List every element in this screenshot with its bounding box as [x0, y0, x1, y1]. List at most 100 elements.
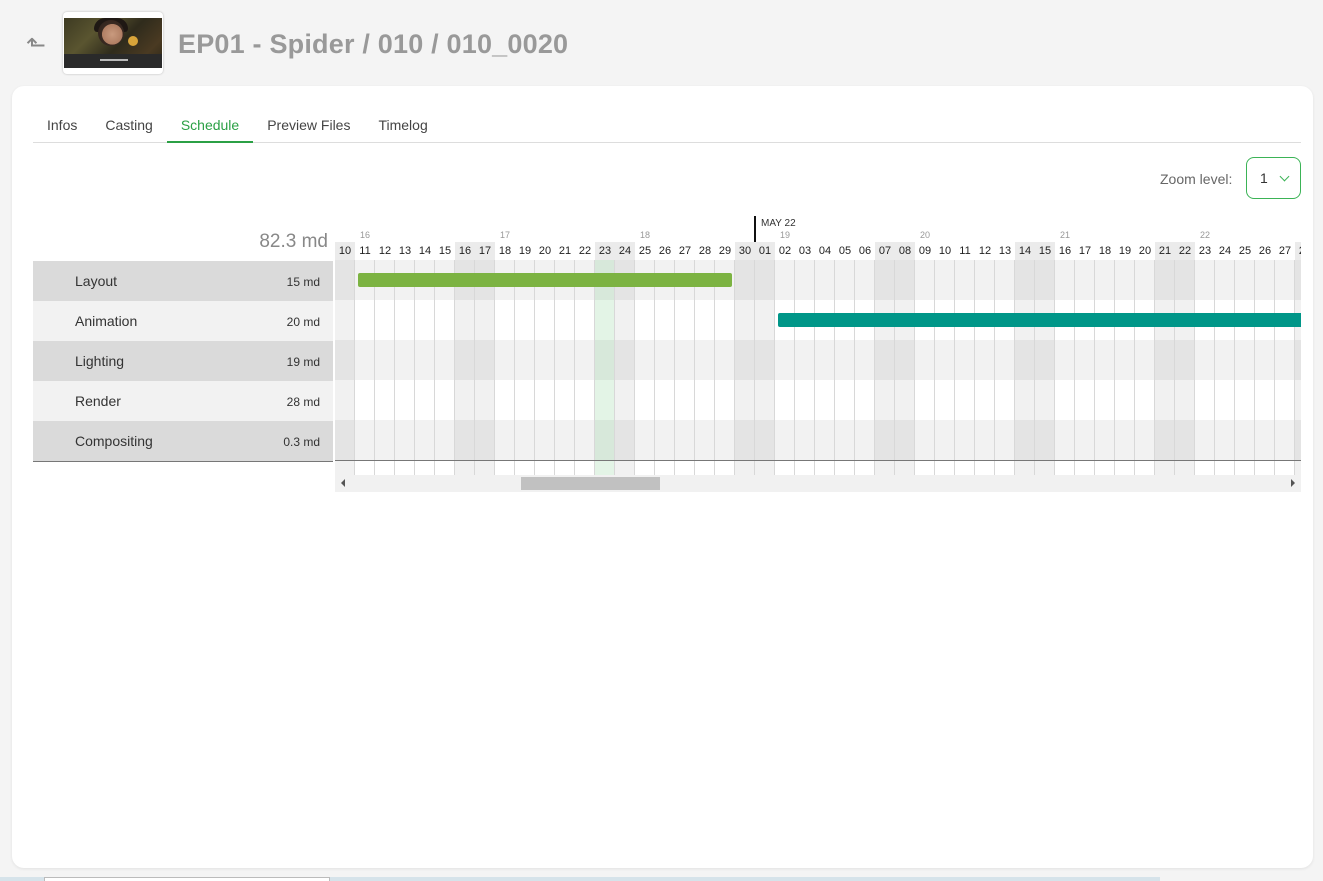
- tab-timelog[interactable]: Timelog: [364, 106, 441, 143]
- day-column: [1055, 260, 1075, 475]
- tab-schedule[interactable]: Schedule: [166, 106, 254, 143]
- shot-thumbnail[interactable]: [63, 12, 163, 74]
- day-header: 19: [1118, 245, 1132, 257]
- day-header: 20: [1138, 245, 1152, 257]
- day-column: [1155, 260, 1175, 475]
- day-header: 25: [1238, 245, 1252, 257]
- day-header: 12: [978, 245, 992, 257]
- task-duration: 28 md: [286, 395, 320, 409]
- day-header: 14: [1015, 242, 1035, 260]
- day-column: [455, 260, 475, 475]
- day-column: [415, 260, 435, 475]
- day-header: 27: [1278, 245, 1292, 257]
- day-header: 30: [735, 242, 755, 260]
- day-header: 10: [938, 245, 952, 257]
- day-header: 17: [475, 242, 495, 260]
- day-header: 10: [335, 242, 355, 260]
- day-header: 21: [558, 245, 572, 257]
- day-column: [1115, 260, 1135, 475]
- timeline-baseline: [335, 460, 1301, 461]
- zoom-level-value: 1: [1260, 170, 1268, 186]
- tab-bar: Infos Casting Schedule Preview Files Tim…: [33, 106, 1301, 143]
- day-column: [675, 260, 695, 475]
- zoom-level-label: Zoom level:: [1160, 171, 1233, 187]
- week-number-label: 18: [640, 230, 651, 240]
- day-column: [595, 260, 615, 475]
- task-row-layout[interactable]: Layout 15 md: [33, 261, 333, 301]
- day-header: 23: [595, 242, 615, 260]
- day-column: [995, 260, 1015, 475]
- task-bar-layout[interactable]: [358, 273, 732, 287]
- task-row-lighting[interactable]: Lighting 19 md: [33, 341, 333, 381]
- day-header: 01: [755, 242, 775, 260]
- day-column: [495, 260, 515, 475]
- zoom-level-select[interactable]: 1: [1246, 157, 1301, 199]
- day-header: 08: [895, 242, 915, 260]
- day-column: [915, 260, 935, 475]
- total-estimate: 82.3 md: [259, 231, 328, 252]
- day-header: 16: [455, 242, 475, 260]
- day-header: 28: [698, 245, 712, 257]
- page-title: EP01 - Spider / 010 / 010_0020: [178, 29, 569, 59]
- task-name: Compositing: [75, 433, 153, 449]
- week-number-label: 21: [1060, 230, 1071, 240]
- day-header: 05: [838, 245, 852, 257]
- day-header: 16: [1058, 245, 1072, 257]
- day-column: [1015, 260, 1035, 475]
- day-column: [1075, 260, 1095, 475]
- scroll-right-arrow-icon[interactable]: [1291, 479, 1295, 487]
- day-column: [1035, 260, 1055, 475]
- day-column: [955, 260, 975, 475]
- task-row-animation[interactable]: Animation 20 md: [33, 301, 333, 341]
- day-header: 24: [615, 242, 635, 260]
- day-column: [435, 260, 455, 475]
- day-column: [395, 260, 415, 475]
- day-header: 26: [1258, 245, 1272, 257]
- day-header: 29: [718, 245, 732, 257]
- task-row-render[interactable]: Render 28 md: [33, 381, 333, 421]
- timeline-grid: [335, 260, 1301, 475]
- day-column: [935, 260, 955, 475]
- day-column: [975, 260, 995, 475]
- task-row-compositing[interactable]: Compositing 0.3 md: [33, 421, 333, 461]
- day-header: 18: [1098, 245, 1112, 257]
- thumbnail-image: [64, 18, 162, 68]
- task-duration: 19 md: [286, 355, 320, 369]
- day-header: 17: [1078, 245, 1092, 257]
- back-arrow-icon[interactable]: ⬑: [24, 32, 48, 60]
- day-column: [1255, 260, 1275, 475]
- day-header: 28: [1295, 242, 1301, 260]
- day-header: 14: [418, 245, 432, 257]
- schedule-timeline: MAY 22 10 11 12 13 14 15 16 17 18 19 20 21 22 23 24 25 2…: [335, 216, 1301, 493]
- day-column: [895, 260, 915, 475]
- day-column: [355, 260, 375, 475]
- day-column: [615, 260, 635, 475]
- day-header: 22: [578, 245, 592, 257]
- tab-infos[interactable]: Infos: [33, 106, 91, 143]
- scrollbar-thumb[interactable]: [521, 477, 660, 490]
- task-duration: 15 md: [286, 275, 320, 289]
- bottom-panel-tab[interactable]: [44, 877, 330, 881]
- day-column: [335, 260, 355, 475]
- day-header: 21: [1155, 242, 1175, 260]
- task-bar-animation[interactable]: [778, 313, 1301, 327]
- tab-casting[interactable]: Casting: [91, 106, 166, 143]
- task-duration: 0.3 md: [283, 435, 320, 449]
- scroll-left-arrow-icon[interactable]: [341, 479, 345, 487]
- chevron-down-icon: [1279, 171, 1290, 182]
- day-column: [695, 260, 715, 475]
- day-header: 11: [359, 245, 371, 257]
- day-column: [635, 260, 655, 475]
- day-column: [715, 260, 735, 475]
- timeline-horizontal-scrollbar[interactable]: [335, 475, 1301, 492]
- day-header: 15: [438, 245, 452, 257]
- day-header: 03: [798, 245, 812, 257]
- day-header: 27: [678, 245, 692, 257]
- day-column: [1095, 260, 1115, 475]
- day-column: [1195, 260, 1215, 475]
- day-header: 15: [1035, 242, 1055, 260]
- tab-preview-files[interactable]: Preview Files: [253, 106, 364, 143]
- day-column: [835, 260, 855, 475]
- day-column: [855, 260, 875, 475]
- week-number-label: 16: [360, 230, 371, 240]
